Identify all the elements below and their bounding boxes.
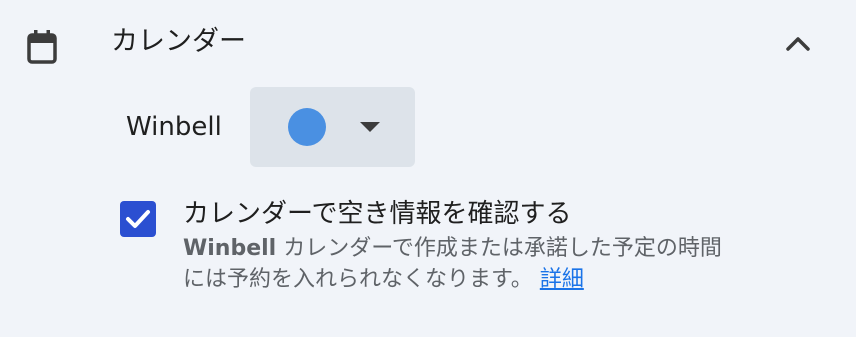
- calendar-name: Winbell: [126, 112, 222, 142]
- section-title: カレンダー: [111, 26, 246, 57]
- color-picker-dropdown[interactable]: [250, 87, 415, 167]
- caret-down-icon: [360, 122, 380, 132]
- color-swatch: [288, 108, 326, 146]
- availability-checkbox-label[interactable]: カレンダーで空き情報を確認する: [183, 195, 571, 233]
- chevron-up-icon: [786, 37, 810, 51]
- checkmark-icon: [126, 210, 150, 228]
- details-link[interactable]: 詳細: [540, 267, 584, 292]
- description-calendar-name: Winbell: [183, 236, 277, 261]
- availability-description: Winbell カレンダーで作成または承諾した予定の時間 には予約を入れられなく…: [183, 233, 803, 295]
- description-line2: には予約を入れられなくなります。: [183, 267, 533, 292]
- availability-checkbox[interactable]: [120, 201, 156, 237]
- calendar-settings-panel: カレンダー Winbell カレンダーで空き情報を確認する Winbell カレ…: [0, 0, 856, 337]
- collapse-section-button[interactable]: [776, 26, 820, 62]
- calendar-icon: [27, 30, 57, 64]
- description-line1: カレンダーで作成または承諾した予定の時間: [276, 236, 722, 261]
- panel-edge: [856, 0, 863, 337]
